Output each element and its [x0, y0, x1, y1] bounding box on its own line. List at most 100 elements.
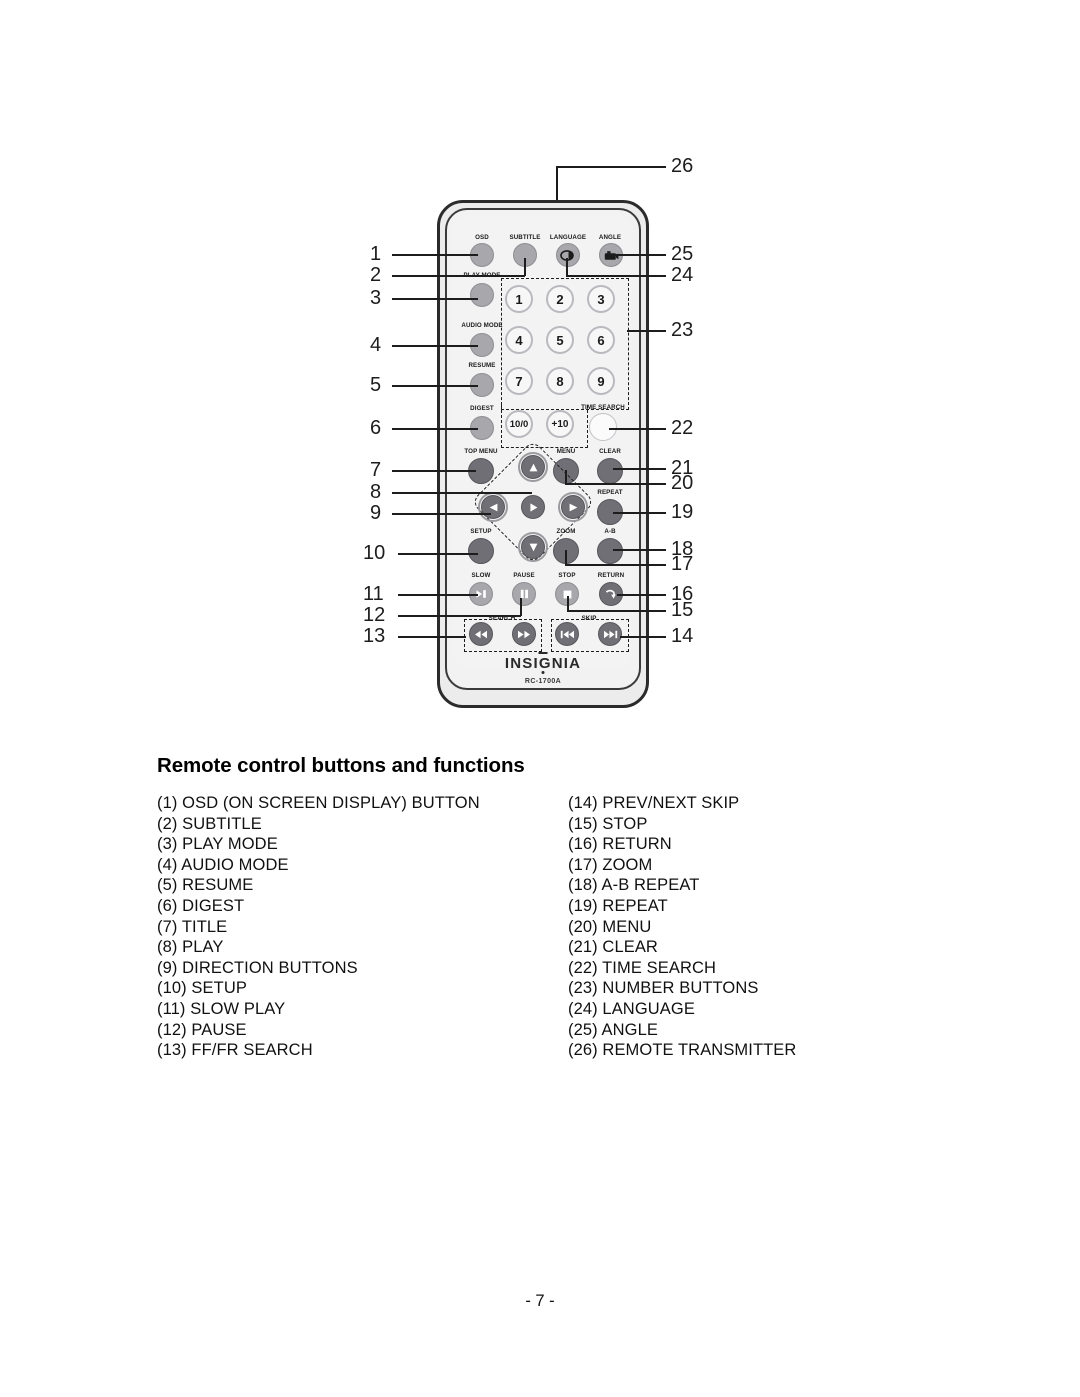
remote-transmitter-stem: [556, 166, 558, 202]
callout-number-20: 20: [671, 472, 694, 494]
section-title: Remote control buttons and functions: [157, 754, 525, 777]
remote-number-4[interactable]: 4: [505, 326, 533, 354]
function-item: (9) DIRECTION BUTTONS: [157, 958, 358, 977]
callout-line-5: [392, 385, 478, 387]
function-item: (22) TIME SEARCH: [568, 958, 716, 977]
callout-number-2: 2: [370, 264, 382, 286]
function-item: (16) RETURN: [568, 835, 672, 854]
callout-number-4: 4: [370, 334, 382, 356]
function-item: (1) OSD (ON SCREEN DISPLAY) BUTTON: [157, 794, 480, 812]
callout-line-15-riser: [567, 596, 569, 611]
callout-line-2: [392, 275, 525, 277]
brand-accent-bar: [538, 652, 548, 654]
remote-button-prev-skip[interactable]: [555, 622, 579, 646]
brand-accent-dot: [541, 671, 545, 674]
brand-logo: INSIGNIA: [504, 655, 582, 672]
remote-label-digest: DIGEST: [470, 405, 494, 412]
dpad-left-button[interactable]: [481, 495, 505, 519]
callout-line-3: [392, 298, 478, 300]
remote-number-6[interactable]: 6: [587, 326, 615, 354]
remote-label-setup: SETUP: [470, 528, 492, 535]
remote-number-7[interactable]: 7: [505, 367, 533, 395]
remote-label-subtitle: SUBTITLE: [509, 234, 541, 241]
function-item: (20) MENU: [568, 917, 652, 936]
callout-number-15: 15: [671, 599, 694, 621]
callout-line-23: [627, 330, 666, 332]
model-number: RC-1700A: [524, 678, 562, 685]
function-item: (10) SETUP: [157, 979, 247, 998]
remote-number-plus-10[interactable]: +10: [546, 410, 574, 438]
remote-number-1[interactable]: 1: [505, 285, 533, 313]
callout-line-8: [392, 492, 532, 494]
callout-line-2-riser: [524, 258, 526, 276]
callout-number-6: 6: [370, 417, 382, 439]
callout-line-13: [398, 636, 466, 638]
remote-button-fast-forward[interactable]: [512, 622, 536, 646]
remote-control-figure: 26 OSD SUBTITLE LANGUAGE ANGLE PLAY MODE…: [0, 0, 1080, 740]
callout-number-13: 13: [363, 625, 386, 647]
function-item: (13) FF/FR SEARCH: [157, 1041, 313, 1060]
function-item: (4) AUDIO MODE: [157, 855, 289, 874]
remote-button-play-mode[interactable]: [470, 283, 494, 307]
callout-number-5: 5: [370, 374, 382, 396]
remote-number-9[interactable]: 9: [587, 367, 615, 395]
callout-line-26: [556, 166, 666, 168]
callout-number-17: 17: [671, 553, 694, 575]
function-item: (11) SLOW PLAY: [157, 999, 286, 1018]
remote-label-slow: SLOW: [471, 572, 491, 579]
remote-number-2[interactable]: 2: [546, 285, 574, 313]
function-item: (12) PAUSE: [157, 1020, 247, 1039]
remote-button-next-skip[interactable]: [598, 622, 622, 646]
function-item: (24) LANGUAGE: [568, 999, 695, 1018]
remote-button-ab-repeat[interactable]: [597, 538, 623, 564]
function-item: (15) STOP: [568, 814, 648, 833]
function-item: (2) SUBTITLE: [157, 814, 262, 833]
remote-number-5[interactable]: 5: [546, 326, 574, 354]
callout-number-3: 3: [370, 287, 382, 309]
callout-line-6: [392, 428, 478, 430]
callout-line-20-riser: [565, 470, 567, 484]
callout-number-10: 10: [363, 542, 386, 564]
callout-number-24: 24: [671, 264, 694, 286]
callout-number-8: 8: [370, 481, 382, 503]
callout-number-22: 22: [671, 417, 694, 439]
callout-line-22: [609, 428, 666, 430]
function-item: (18) A-B REPEAT: [568, 876, 700, 895]
functions-list-left: (1) OSD (ON SCREEN DISPLAY) BUTTON (2) S…: [157, 793, 480, 1061]
functions-list-right: (14) PREV/NEXT SKIP (15) STOP (16) RETUR…: [568, 793, 796, 1061]
remote-button-setup[interactable]: [468, 538, 494, 564]
remote-button-pause[interactable]: [512, 582, 536, 606]
remote-button-clear[interactable]: [597, 458, 623, 484]
function-item: (3) PLAY MODE: [157, 835, 278, 854]
remote-number-3[interactable]: 3: [587, 285, 615, 313]
callout-line-10: [398, 553, 478, 555]
remote-label-pause: PAUSE: [513, 572, 535, 579]
callout-line-12: [398, 615, 521, 617]
dpad-up-button[interactable]: [521, 455, 545, 479]
dpad-down-button[interactable]: [521, 535, 545, 559]
remote-number-10-0[interactable]: 10/0: [505, 410, 533, 438]
function-item: (14) PREV/NEXT SKIP: [568, 794, 740, 812]
callout-line-19: [613, 512, 666, 514]
function-item: (8) PLAY: [157, 938, 224, 957]
callout-number-7: 7: [370, 459, 382, 481]
function-item: (5) RESUME: [157, 876, 254, 895]
remote-button-language[interactable]: [556, 243, 580, 267]
function-item: (21) CLEAR: [568, 938, 658, 957]
remote-label-clear: CLEAR: [599, 448, 621, 455]
remote-button-time-search[interactable]: [589, 413, 617, 441]
function-item: (26) REMOTE TRANSMITTER: [568, 1041, 797, 1060]
callout-line-17-riser: [565, 550, 567, 565]
page-number: - 7 -: [525, 1292, 555, 1310]
remote-label-ab: A-B: [604, 528, 616, 535]
callout-line-11: [398, 594, 478, 596]
remote-button-fast-reverse[interactable]: [469, 622, 493, 646]
callout-line-15: [567, 610, 666, 612]
callout-line-12-riser: [520, 598, 522, 616]
remote-number-8[interactable]: 8: [546, 367, 574, 395]
dpad-right-button[interactable]: [561, 495, 585, 519]
remote-label-repeat: REPEAT: [597, 489, 623, 496]
callout-line-25: [608, 254, 666, 256]
function-item: (23) NUMBER BUTTONS: [568, 979, 759, 998]
dpad-center-play-button[interactable]: [521, 495, 545, 519]
